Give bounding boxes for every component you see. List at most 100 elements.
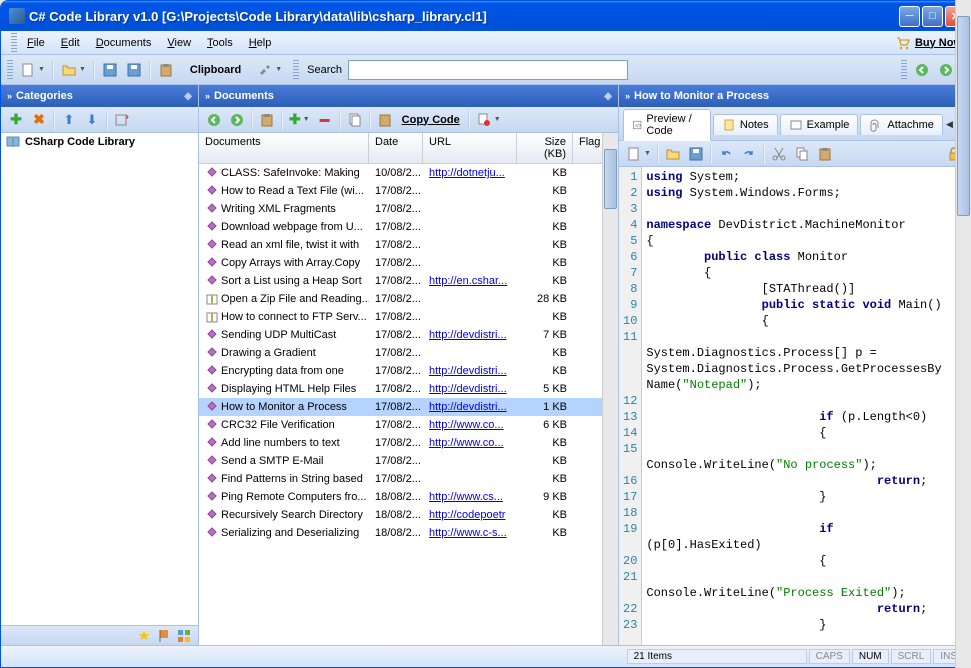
grip[interactable] — [7, 60, 13, 80]
code-tabs: </>Preview / Code Notes Example Attachme… — [619, 107, 969, 141]
nav-back-button[interactable] — [911, 59, 933, 81]
code-header: » How to Monitor a Process ◈ — [619, 85, 969, 107]
table-row[interactable]: CLASS: SafeInvoke: Making10/08/2...http:… — [199, 164, 618, 182]
code-panel: » How to Monitor a Process ◈ </>Preview … — [619, 85, 970, 645]
menu-file[interactable]: File — [19, 35, 53, 51]
delete-category-button[interactable]: ✖ — [28, 109, 50, 131]
table-row[interactable]: How to connect to FTP Serv...17/08/2...K… — [199, 308, 618, 326]
tree-root[interactable]: CSharp Code Library — [1, 133, 198, 151]
notes-icon — [722, 118, 736, 132]
view-icon[interactable] — [176, 628, 192, 644]
doc-back-button[interactable] — [203, 109, 225, 131]
panel-menu-icon[interactable]: ◈ — [184, 91, 192, 102]
window-title: C# Code Library v1.0 [G:\Projects\Code L… — [29, 9, 899, 24]
save-as-button[interactable] — [123, 59, 145, 81]
code-new-button[interactable]: ▼ — [623, 143, 654, 165]
col-size[interactable]: Size (KB) — [517, 133, 573, 163]
table-row[interactable]: Recursively Search Directory18/08/2...ht… — [199, 506, 618, 524]
flag-icon[interactable] — [156, 628, 172, 644]
table-row[interactable]: Displaying HTML Help Files17/08/2...http… — [199, 380, 618, 398]
grip[interactable] — [11, 33, 17, 53]
cut-button[interactable] — [768, 143, 790, 165]
documents-table[interactable]: Documents Date URL Size (KB) Flag CLASS:… — [199, 133, 618, 645]
add-category-button[interactable]: ✚ — [5, 109, 27, 131]
save-button[interactable] — [99, 59, 121, 81]
category-options-button[interactable] — [111, 109, 133, 131]
scrollbar[interactable] — [955, 167, 969, 645]
documents-toolbar: ✚▼ ▬ Copy Code ▼ — [199, 107, 618, 133]
table-row[interactable]: How to Monitor a Process17/08/2...http:/… — [199, 398, 618, 416]
new-button[interactable]: ▼ — [17, 59, 48, 81]
collapse-icon[interactable]: » — [7, 91, 12, 101]
menu-documents[interactable]: Documents — [88, 35, 160, 51]
tab-notes[interactable]: Notes — [713, 114, 778, 135]
col-flag[interactable]: Flag — [573, 133, 603, 163]
doc-paste-button[interactable] — [256, 109, 278, 131]
categories-tree[interactable]: CSharp Code Library — [1, 133, 198, 625]
move-up-button[interactable]: ⬆ — [58, 109, 80, 131]
copy-code-button[interactable]: Copy Code — [397, 109, 465, 131]
tab-example[interactable]: Example — [780, 114, 859, 135]
tab-attachments[interactable]: Attachme — [860, 114, 942, 135]
redo-button[interactable] — [738, 143, 760, 165]
table-row[interactable]: Serializing and Deserializing18/08/2...h… — [199, 524, 618, 542]
titlebar: C# Code Library v1.0 [G:\Projects\Code L… — [1, 1, 970, 31]
copy-code-icon-button[interactable] — [374, 109, 396, 131]
collapse-icon[interactable]: » — [625, 91, 630, 101]
table-row[interactable]: Add line numbers to text17/08/2...http:/… — [199, 434, 618, 452]
menu-view[interactable]: View — [159, 35, 199, 51]
table-row[interactable]: Sort a List using a Heap Sort17/08/2...h… — [199, 272, 618, 290]
scrollbar[interactable] — [602, 133, 618, 645]
paste-button[interactable] — [155, 59, 177, 81]
panel-menu-icon[interactable]: ◈ — [604, 91, 612, 102]
categories-footer — [1, 625, 198, 645]
tree-label: CSharp Code Library — [25, 136, 135, 148]
clipboard-button[interactable]: Clipboard — [179, 59, 252, 81]
table-row[interactable]: How to Read a Text File (wi...17/08/2...… — [199, 182, 618, 200]
maximize-button[interactable]: □ — [922, 6, 943, 27]
search-input[interactable] — [348, 60, 628, 80]
table-row[interactable]: Copy Arrays with Array.Copy17/08/2...KB — [199, 254, 618, 272]
doc-forward-button[interactable] — [226, 109, 248, 131]
doc-delete-button[interactable]: ▬ — [314, 109, 336, 131]
tools-button[interactable]: ▼ — [254, 59, 285, 81]
doc-options-button[interactable]: ▼ — [473, 109, 504, 131]
menu-tools[interactable]: Tools — [199, 35, 241, 51]
paste-code-button[interactable] — [814, 143, 836, 165]
collapse-icon[interactable]: » — [205, 91, 210, 101]
col-date[interactable]: Date — [369, 133, 423, 163]
table-row[interactable]: Find Patterns in String based17/08/2...K… — [199, 470, 618, 488]
tab-nav-left[interactable]: ◀ — [945, 119, 954, 130]
table-row[interactable]: Drawing a Gradient17/08/2...KB — [199, 344, 618, 362]
grip[interactable] — [901, 60, 907, 80]
buy-now-link[interactable]: Buy Now — [895, 35, 962, 51]
code-save-button[interactable] — [685, 143, 707, 165]
table-row[interactable]: Open a Zip File and Reading...17/08/2...… — [199, 290, 618, 308]
app-icon — [9, 8, 25, 24]
table-row[interactable]: Read an xml file, twist it with17/08/2..… — [199, 236, 618, 254]
move-down-button[interactable]: ⬇ — [81, 109, 103, 131]
menu-edit[interactable]: Edit — [53, 35, 88, 51]
table-row[interactable]: Writing XML Fragments17/08/2...KB — [199, 200, 618, 218]
doc-copy-button[interactable] — [344, 109, 366, 131]
table-row[interactable]: Ping Remote Computers fro...18/08/2...ht… — [199, 488, 618, 506]
grip[interactable] — [293, 60, 299, 80]
col-documents[interactable]: Documents — [199, 133, 369, 163]
table-row[interactable]: Encrypting data from one17/08/2...http:/… — [199, 362, 618, 380]
table-row[interactable]: Send a SMTP E-Mail17/08/2...KB — [199, 452, 618, 470]
open-button[interactable]: ▼ — [58, 59, 89, 81]
table-row[interactable]: CRC32 File Verification17/08/2...http://… — [199, 416, 618, 434]
menu-help[interactable]: Help — [241, 35, 280, 51]
star-icon[interactable] — [136, 628, 152, 644]
copy-button[interactable] — [791, 143, 813, 165]
undo-button[interactable] — [715, 143, 737, 165]
table-row[interactable]: Sending UDP MultiCast17/08/2...http://de… — [199, 326, 618, 344]
code-open-button[interactable] — [662, 143, 684, 165]
code-editor[interactable]: 1234567891011121314151617181920212223 us… — [619, 167, 969, 645]
main-toolbar: ▼ ▼ Clipboard ▼ Search ▼ — [1, 55, 970, 85]
tab-preview-code[interactable]: </>Preview / Code — [623, 109, 711, 141]
col-url[interactable]: URL — [423, 133, 517, 163]
doc-add-button[interactable]: ✚▼ — [286, 109, 313, 131]
table-row[interactable]: Download webpage from U...17/08/2...KB — [199, 218, 618, 236]
minimize-button[interactable]: ─ — [899, 6, 920, 27]
